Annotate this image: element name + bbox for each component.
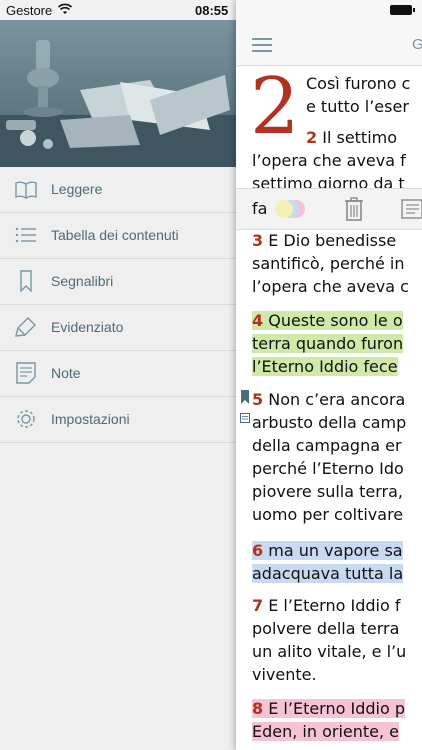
still-life-illustration — [0, 20, 236, 167]
text-line: Non c’era ancora — [263, 390, 406, 409]
verse-2[interactable]: 2 Il settimo — [306, 126, 397, 149]
verse-3[interactable]: 3 E Dio benedisse santificò, perché in l… — [252, 229, 409, 298]
verse-number: 4 — [252, 311, 264, 330]
reader-panel[interactable]: G 2 Così furono c e tutto l’eser 2 Il se… — [236, 0, 422, 750]
list-icon — [15, 227, 36, 243]
text-line: vivente. — [252, 665, 317, 684]
menu-item-label: Evidenziato — [51, 319, 124, 335]
add-note-icon[interactable] — [401, 199, 422, 219]
side-menu: Leggere Tabella dei contenuti Segnalibri… — [0, 20, 236, 750]
note-marker-icon[interactable] — [240, 413, 250, 423]
text-line: della campagna er — [252, 436, 402, 455]
verse-intro[interactable]: Così furono c e tutto l’eser — [306, 72, 410, 118]
status-bar: Gestore 08:55 — [0, 0, 422, 20]
menu-item-label: Impostazioni — [51, 411, 130, 427]
verse-number: 7 — [252, 596, 264, 615]
verse-8[interactable]: 8 E l’Eterno Iddio p Eden, in oriente, e — [252, 697, 405, 743]
wifi-icon — [58, 3, 72, 14]
text-line: Il settimo — [317, 128, 398, 147]
verse-7[interactable]: 7 E l’Eterno Iddio f polvere della terra… — [252, 594, 406, 686]
verse-number: 8 — [252, 699, 264, 718]
text-line: l’opera che aveva c — [252, 277, 409, 296]
book-title[interactable]: G — [412, 36, 422, 53]
highlight-color-icon[interactable] — [274, 199, 314, 219]
note-icon — [16, 362, 36, 384]
verse-number: 3 — [252, 231, 264, 250]
text-line: uomo per coltivare — [252, 505, 404, 524]
menu-item-read[interactable]: Leggere — [0, 167, 236, 213]
text-line: e tutto l’eser — [306, 97, 409, 116]
chapter-number: 2 — [250, 62, 300, 152]
menu-item-highlights[interactable]: Evidenziato — [0, 305, 236, 351]
bookmark-icon — [20, 270, 32, 292]
verse-6[interactable]: 6 ma un vapore sa adacquava tutta la — [252, 539, 404, 585]
verse-number: 6 — [252, 541, 264, 560]
verse-number: 2 — [306, 128, 318, 147]
bookmark-marker-icon[interactable] — [240, 390, 250, 404]
text-line: terra quando furon — [252, 334, 404, 353]
trash-icon[interactable] — [344, 197, 364, 221]
text-line: arbusto della camp — [252, 413, 407, 432]
clock: 08:55 — [195, 3, 229, 18]
menu-item-contents[interactable]: Tabella dei contenuti — [0, 213, 236, 259]
menu-item-settings[interactable]: Impostazioni — [0, 397, 236, 443]
text-line: santificò, perché in — [252, 254, 405, 273]
text-line: polvere della terra — [252, 619, 400, 638]
text-line: l’opera che aveva f — [252, 151, 406, 170]
text-line: perché l’Eterno Ido — [252, 459, 404, 478]
verse-4[interactable]: 4 Queste sono le o terra quando furon l’… — [252, 309, 404, 378]
menu-item-label: Note — [51, 365, 81, 381]
menu-item-label: Tabella dei contenuti — [51, 227, 179, 243]
highlighter-icon — [15, 317, 36, 337]
menu-item-label: Leggere — [51, 181, 103, 197]
text-line: fa — [252, 199, 268, 218]
text-line: E Dio benedisse — [263, 231, 397, 250]
book-open-icon — [15, 181, 37, 199]
text-line: piovere sulla terra, — [252, 482, 403, 501]
text-line: E l’Eterno Iddio f — [263, 596, 401, 615]
verse-5[interactable]: 5 Non c’era ancora arbusto della camp de… — [252, 388, 406, 526]
text-line: Eden, in oriente, e — [252, 722, 400, 741]
menu-item-bookmarks[interactable]: Segnalibri — [0, 259, 236, 305]
carrier-label: Gestore — [6, 3, 53, 18]
menu-item-notes[interactable]: Note — [0, 351, 236, 397]
menu-list: Leggere Tabella dei contenuti Segnalibri… — [0, 167, 236, 443]
text-line: l’Eterno Iddio fece — [252, 357, 398, 376]
text-line: E l’Eterno Iddio p — [263, 699, 405, 718]
header-image — [0, 20, 236, 167]
text-line: Queste sono le o — [263, 311, 403, 330]
text-line: ma un vapore sa — [263, 541, 403, 560]
menu-item-label: Segnalibri — [51, 273, 114, 289]
battery-icon — [390, 5, 415, 15]
hamburger-menu-icon[interactable] — [252, 38, 272, 52]
verse-markers — [240, 390, 250, 428]
text-line: adacquava tutta la — [252, 564, 404, 583]
verse-action-bar: fa — [236, 188, 422, 230]
verse-number: 5 — [252, 390, 264, 409]
text-line: Così furono c — [306, 74, 411, 93]
gear-icon — [17, 410, 35, 428]
text-line: un alito vitale, e l’u — [252, 642, 407, 661]
